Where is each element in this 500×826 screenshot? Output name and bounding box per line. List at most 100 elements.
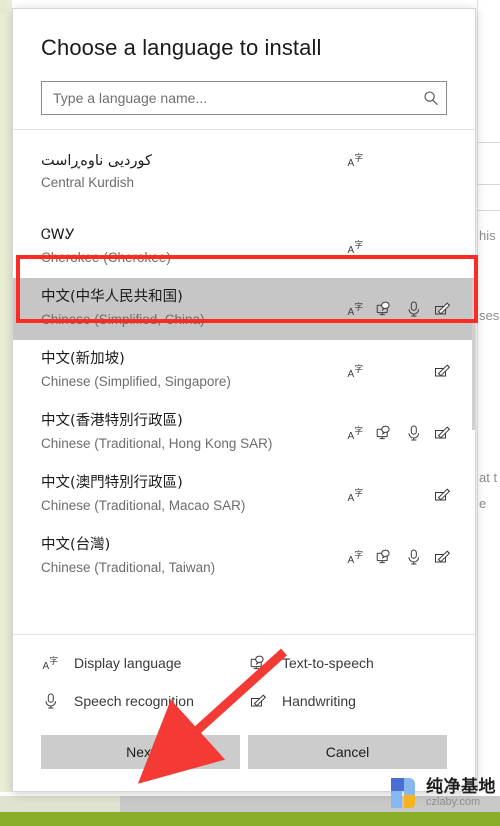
cancel-button[interactable]: Cancel (248, 735, 447, 769)
language-list[interactable]: کوردیی ناوەڕاست A 字 Central Kurdish ᏣᎳᎩ Chero… (13, 130, 475, 634)
language-row[interactable]: 中文(台灣) Chinese (Traditional, Taiwan) A 字 (13, 526, 475, 588)
legend-item-text-to-speech: Text-to-speech (249, 653, 447, 673)
language-row-texts: 中文(台灣) Chinese (Traditional, Taiwan) (41, 537, 216, 576)
choose-language-dialog: Choose a language to install کوردیی ناوە… (12, 8, 476, 792)
speech-recognition-icon (404, 547, 424, 567)
language-row-texts: 中文(澳門特別行政區) Chinese (Traditional, Macao S… (41, 475, 246, 514)
capability-legend: A 字 Display language Text-to-speech Speech r… (13, 634, 475, 725)
language-english-name: Chinese (Traditional, Macao SAR) (41, 498, 246, 514)
language-english-name: Chinese (Traditional, Taiwan) (41, 560, 216, 576)
speech-recognition-icon (41, 691, 61, 711)
language-row[interactable]: 中文(香港特別行政區) Chinese (Traditional, Hong Ko… (13, 402, 475, 464)
backdrop-left-strip (0, 0, 12, 792)
display-language-icon: A字 (346, 485, 366, 505)
language-row-texts: کوردیی ناوەڕاست (41, 153, 152, 170)
desktop-green-strip (0, 812, 500, 826)
language-english-name: Chinese (Traditional, Hong Kong SAR) (41, 436, 273, 452)
backdrop-rule (477, 184, 500, 185)
speech-recognition-icon (404, 423, 424, 443)
capability-icons: A字 (335, 299, 453, 319)
watermark-text: 纯净基地 czlaby.com (426, 776, 496, 808)
svg-text:A: A (348, 493, 355, 504)
page-title: Choose a language to install (41, 35, 322, 60)
svg-text:字: 字 (50, 656, 59, 667)
capability-icons: A字 (335, 361, 453, 381)
svg-text:A: A (348, 307, 355, 318)
svg-text:字: 字 (355, 550, 364, 561)
language-list-scrollbar[interactable] (472, 130, 475, 634)
text-to-speech-icon (249, 653, 269, 673)
language-native-name: 中文(中华人民共和国) (41, 289, 183, 306)
legend-label: Speech recognition (74, 693, 194, 709)
search-box[interactable] (41, 81, 447, 115)
language-row[interactable]: ᏣᎳᎩ Cherokee (Cherokee) A 字 (13, 216, 475, 278)
language-native-name: 中文(澳門特別行政區) (41, 475, 183, 492)
scrollbar-thumb[interactable] (472, 280, 475, 430)
display-language-icon: A字 (346, 547, 366, 567)
backdrop-text-fragment: ses (479, 308, 500, 323)
language-row-texts: 中文(香港特別行政區) Chinese (Traditional, Hong Ko… (41, 413, 273, 452)
display-language-icon: A字 (346, 299, 366, 319)
language-row[interactable]: کوردیی ناوەڕاست A 字 (13, 130, 475, 176)
text-to-speech-icon (375, 547, 395, 567)
capability-icons: A字 (335, 547, 453, 567)
svg-text:字: 字 (355, 488, 364, 499)
language-native-name: 中文(新加坡) (41, 351, 125, 368)
backdrop-rule (477, 210, 500, 211)
backdrop-text-fragment: at t (479, 470, 498, 485)
watermark: 纯净基地 czlaby.com (385, 776, 496, 810)
language-row[interactable]: 中文(澳門特別行政區) Chinese (Traditional, Macao S… (13, 464, 475, 526)
svg-text:A: A (43, 661, 50, 672)
language-native-name: کوردیی ناوەڕاست (41, 153, 152, 170)
display-language-icon: A字 (346, 423, 366, 443)
backdrop-left-strip-top (0, 0, 7, 14)
language-row-texts: 中文(中华人民共和国) Chinese (Simplified, China) (41, 289, 205, 328)
language-native-name: ᏣᎳᎩ (41, 227, 75, 244)
legend-label: Display language (74, 655, 182, 671)
capability-icons: A字 (335, 237, 453, 257)
taskbar-strip-left (0, 796, 120, 812)
watermark-title: 纯净基地 (426, 776, 496, 797)
search-input[interactable] (42, 82, 416, 114)
dialog-header: Choose a language to install (13, 9, 475, 61)
handwriting-icon (249, 691, 269, 711)
watermark-logo-icon (385, 776, 419, 810)
language-row[interactable]: 中文(新加坡) Chinese (Simplified, Singapore) A 字 (13, 340, 475, 402)
language-english-name: Central Kurdish (41, 175, 135, 190)
text-to-speech-icon (375, 299, 395, 319)
capability-icons: A字 (335, 423, 453, 443)
capability-icons: A字 (335, 485, 453, 505)
search-container (13, 61, 475, 129)
text-to-speech-icon (375, 423, 395, 443)
speech-recognition-icon (404, 299, 424, 319)
backdrop-text-fragment: his (479, 228, 496, 243)
display-language-icon: A字 (346, 150, 366, 170)
next-button[interactable]: Next (41, 735, 240, 769)
legend-item-speech-recognition: Speech recognition (41, 691, 239, 711)
language-row-continuation[interactable]: Central Kurdish (13, 175, 475, 216)
svg-text:A: A (348, 158, 355, 169)
watermark-url: czlaby.com (426, 795, 481, 808)
svg-text:字: 字 (355, 426, 364, 437)
svg-text:A: A (348, 369, 355, 380)
search-icon[interactable] (416, 82, 446, 114)
svg-text:A: A (348, 431, 355, 442)
legend-label: Handwriting (282, 693, 356, 709)
language-native-name: 中文(香港特別行政區) (41, 413, 183, 430)
language-row-texts: 中文(新加坡) Chinese (Simplified, Singapore) (41, 351, 231, 390)
svg-text:字: 字 (355, 302, 364, 313)
handwriting-icon (433, 423, 453, 443)
svg-text:A: A (348, 245, 355, 256)
backdrop-text-fragment: e (479, 496, 487, 511)
backdrop-column-divider (477, 0, 478, 792)
language-native-name: 中文(台灣) (41, 537, 111, 554)
language-english-name: Cherokee (Cherokee) (41, 250, 171, 266)
language-row[interactable]: 中文(中华人民共和国) Chinese (Simplified, China) A 字 (13, 278, 475, 340)
display-language-icon: A字 (41, 653, 61, 673)
svg-text:字: 字 (355, 364, 364, 375)
display-language-icon: A字 (346, 237, 366, 257)
legend-item-display-language: A 字 Display language (41, 653, 239, 673)
backdrop-rule (477, 142, 500, 143)
display-language-icon: A字 (346, 361, 366, 381)
language-english-name: Chinese (Simplified, China) (41, 312, 205, 328)
